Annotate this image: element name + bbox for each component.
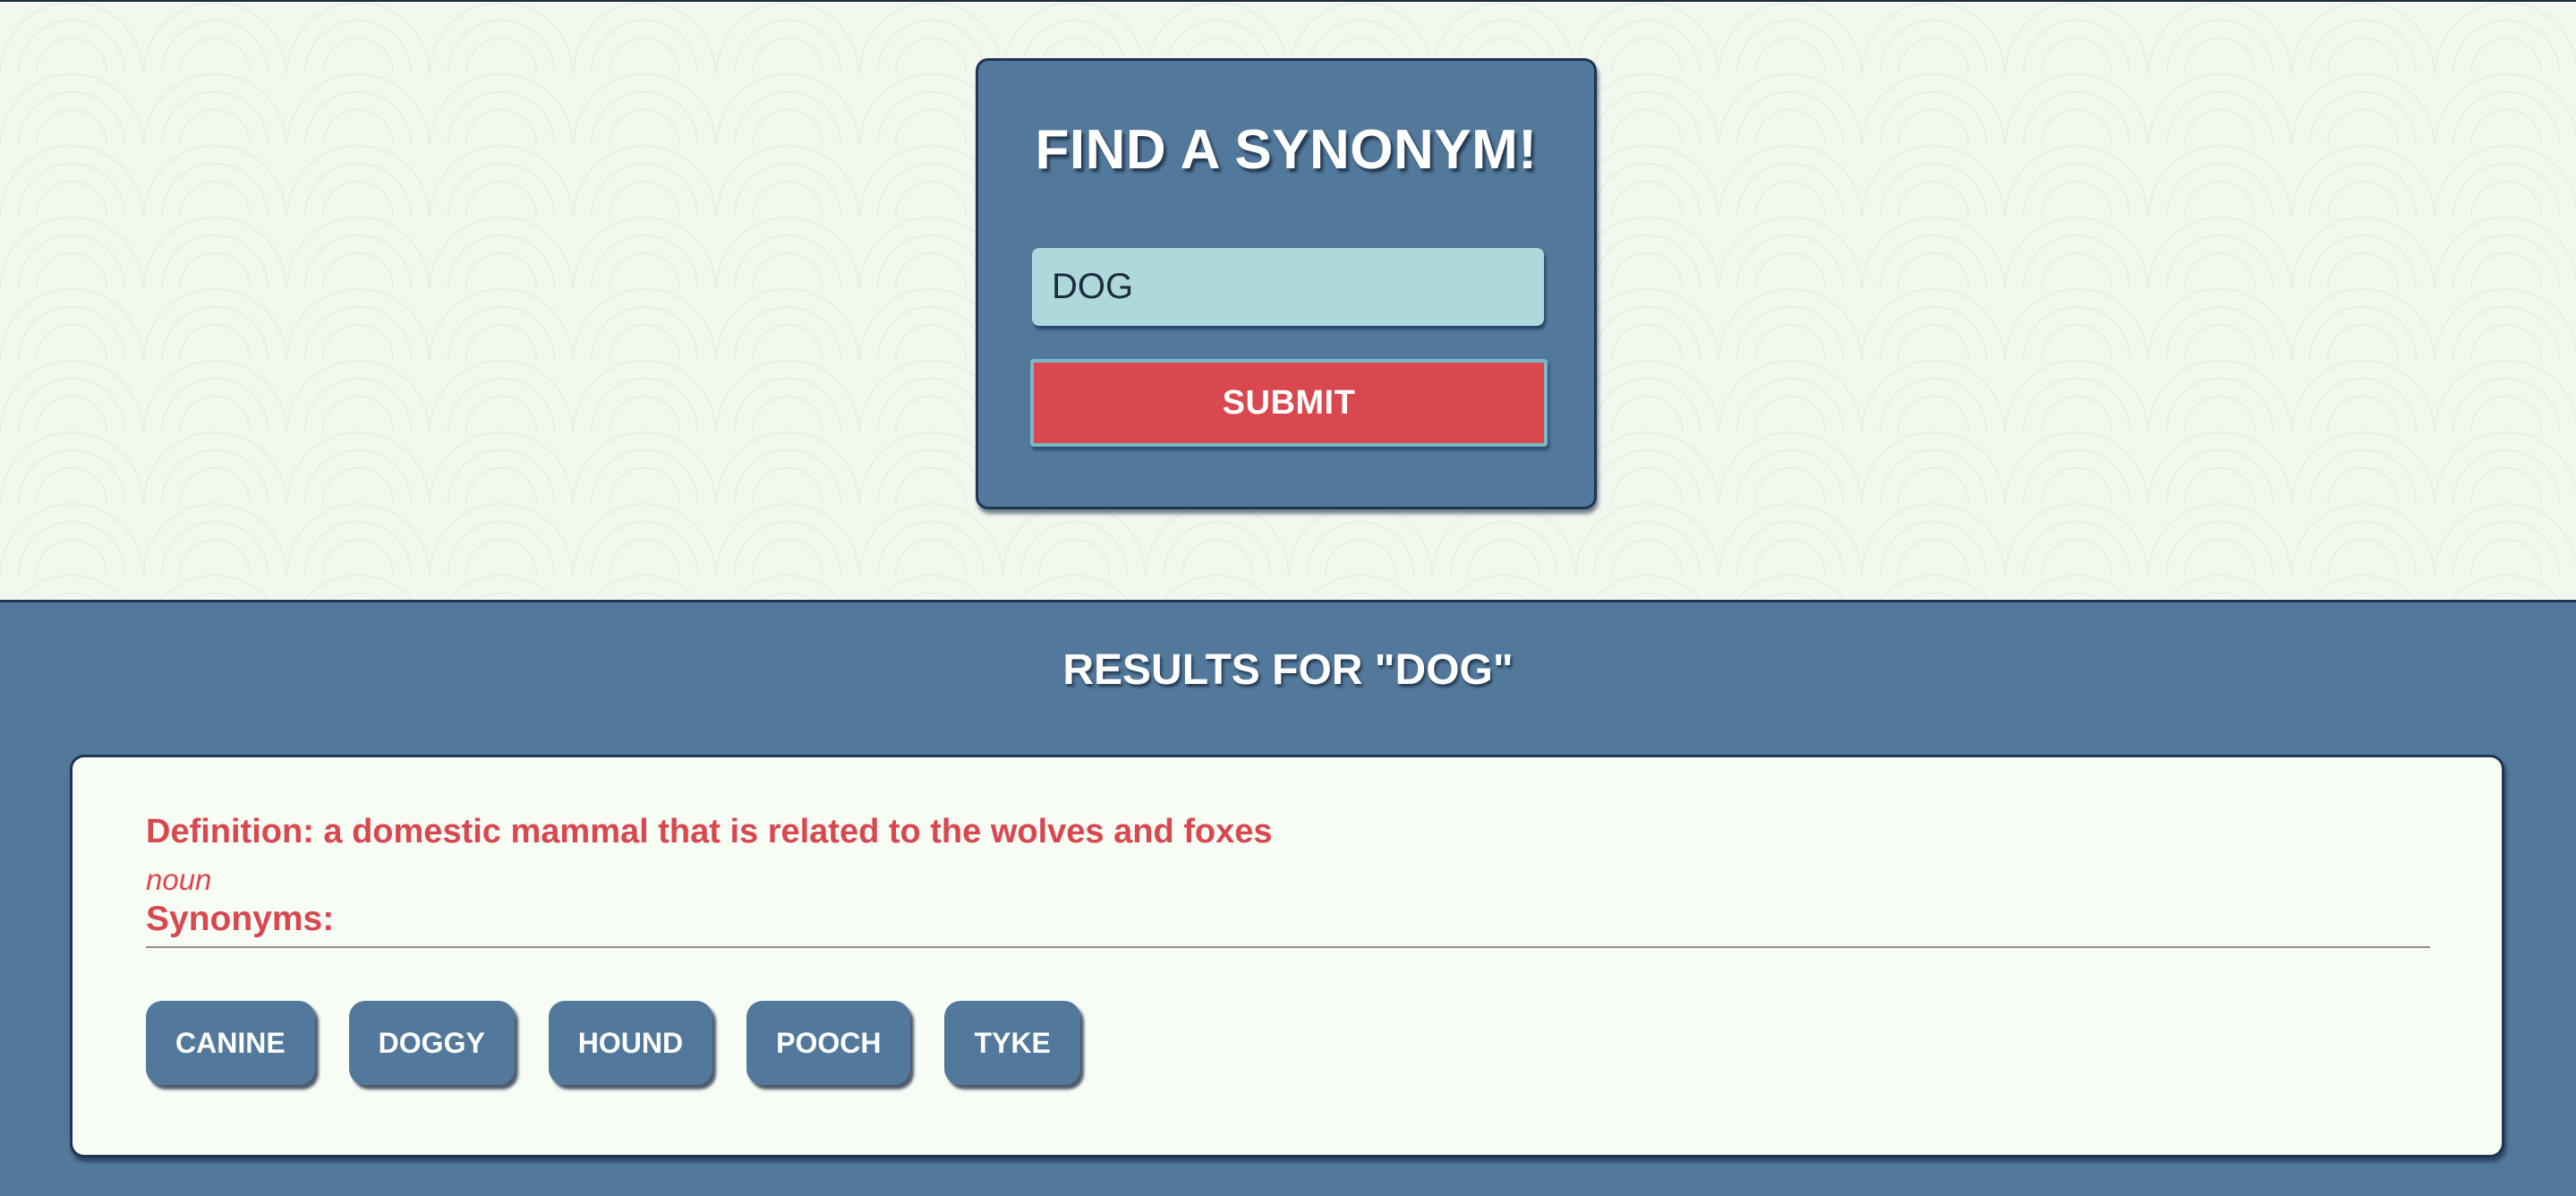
synonym-chip[interactable]: CANINE <box>146 1001 315 1085</box>
results-title: RESULTS FOR "DOG" <box>1062 646 1514 694</box>
definition-text: Definition: a domestic mammal that is re… <box>146 813 1273 850</box>
result-card: Definition: a domestic mammal that is re… <box>70 755 2504 1158</box>
synonyms-label: Synonyms: <box>146 900 335 938</box>
search-area: FIND A SYNONYM! SUBMIT <box>0 0 2576 600</box>
word-input[interactable] <box>1032 248 1544 326</box>
submit-button[interactable]: SUBMIT <box>1030 359 1548 447</box>
divider <box>146 946 2430 948</box>
search-card: FIND A SYNONYM! SUBMIT <box>976 58 1597 509</box>
results-section: RESULTS FOR "DOG" Definition: a domestic… <box>0 600 2576 1196</box>
search-title: FIND A SYNONYM! <box>1035 119 1538 181</box>
synonym-chip[interactable]: TYKE <box>944 1001 1080 1085</box>
part-of-speech: noun <box>146 863 212 896</box>
synonym-chip[interactable]: POOCH <box>746 1001 911 1085</box>
synonym-chip[interactable]: DOGGY <box>348 1001 515 1085</box>
synonym-list: CANINE DOGGY HOUND POOCH TYKE <box>146 1001 1080 1085</box>
synonym-chip[interactable]: HOUND <box>548 1001 713 1085</box>
